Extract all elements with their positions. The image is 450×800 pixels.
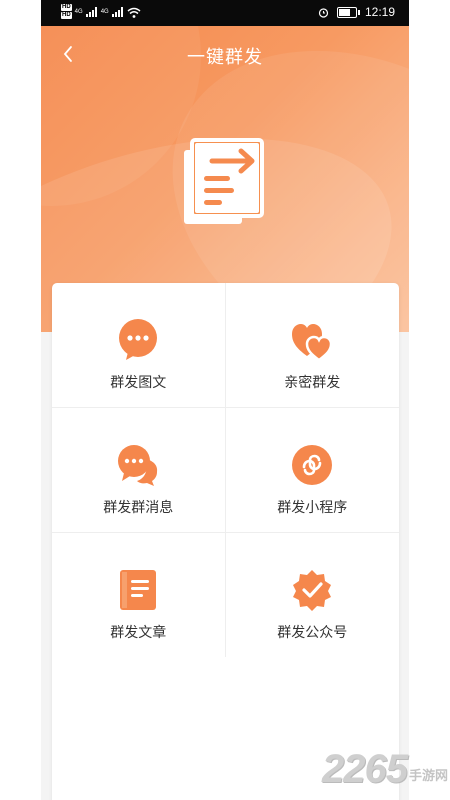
signal-icon — [85, 7, 97, 17]
menu-item-article[interactable]: 群发文章 — [52, 533, 226, 657]
menu-item-group-message[interactable]: 群发群消息 — [52, 408, 226, 533]
menu-item-label: 群发小程序 — [277, 500, 348, 516]
group-chat-icon — [118, 445, 158, 486]
menu-item-label: 群发文章 — [110, 625, 167, 641]
signal-icon-2 — [111, 7, 123, 17]
hd-badge-top: HD — [61, 4, 72, 11]
phone-screen: HD HD 4G 4G 12:19 一键群发 群发图文 亲密群发 群发群消息 群… — [41, 0, 409, 800]
hd-badge-bottom: HD — [61, 12, 72, 19]
hearts-icon — [292, 324, 333, 362]
network-type-1: 4G — [74, 9, 83, 15]
status-bar-left: HD HD 4G 4G — [61, 4, 141, 20]
menu-item-official-account[interactable]: 群发公众号 — [226, 533, 400, 657]
menu-item-label: 群发图文 — [110, 375, 167, 391]
status-bar: HD HD 4G 4G 12:19 — [41, 0, 409, 26]
forward-document-icon — [184, 138, 264, 224]
page-title: 一键群发 — [187, 47, 263, 68]
mini-program-icon — [292, 445, 333, 485]
feature-grid: 群发图文 亲密群发 群发群消息 群发小程序 群发文章 群发公众号 — [52, 283, 399, 657]
menu-item-label: 群发群消息 — [103, 500, 174, 516]
network-type-2: 4G — [100, 9, 109, 15]
status-time: 12:19 — [364, 5, 395, 19]
battery-icon — [336, 6, 360, 18]
verified-badge-icon — [293, 570, 332, 611]
article-icon — [120, 570, 157, 610]
menu-item-label: 群发公众号 — [277, 625, 348, 641]
hd-badge: HD HD — [61, 4, 72, 20]
site-watermark: 2265 手游网 — [322, 747, 448, 792]
watermark-text: 手游网 — [408, 769, 448, 784]
menu-item-label: 亲密群发 — [284, 375, 341, 391]
menu-item-send-image-text[interactable]: 群发图文 — [52, 283, 226, 408]
watermark-number: 2265 — [322, 747, 408, 791]
status-bar-right: 12:19 — [318, 5, 395, 19]
chat-dots-icon — [119, 319, 158, 360]
menu-item-intimate-send[interactable]: 亲密群发 — [225, 283, 399, 408]
alarm-icon — [318, 7, 329, 18]
menu-item-mini-program[interactable]: 群发小程序 — [225, 408, 399, 533]
wifi-icon — [127, 7, 141, 18]
feature-card: 群发图文 亲密群发 群发群消息 群发小程序 群发文章 群发公众号 — [52, 283, 399, 800]
